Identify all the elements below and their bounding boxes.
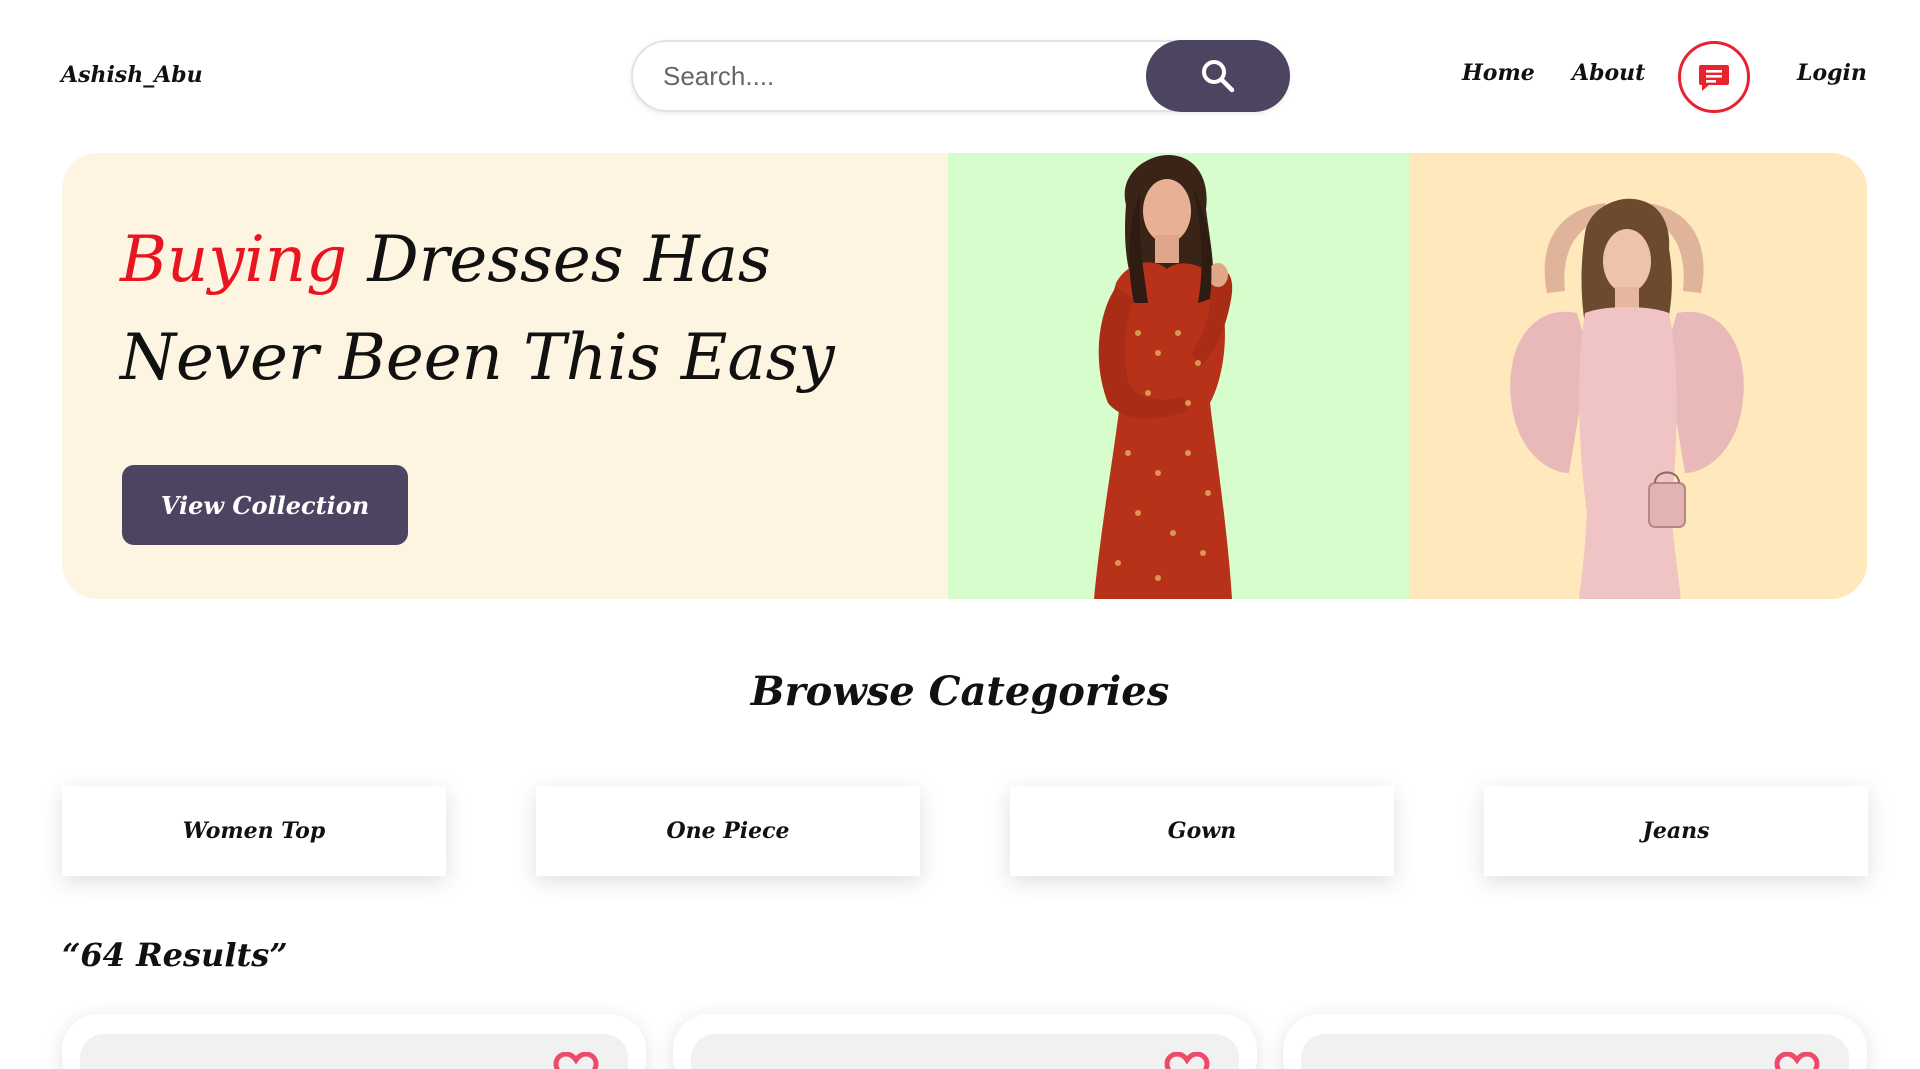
model-pink-dress-image bbox=[1510, 198, 1744, 599]
categories-title: Browse Categories bbox=[750, 668, 1170, 715]
heart-icon[interactable] bbox=[1163, 1052, 1211, 1069]
hero-title-line1: Dresses Has bbox=[347, 223, 771, 297]
header: Ashish_Abu Home About Login bbox=[0, 0, 1920, 150]
category-jeans[interactable]: Jeans bbox=[1484, 786, 1868, 876]
category-one-piece[interactable]: One Piece bbox=[536, 786, 920, 876]
view-collection-button[interactable]: View Collection bbox=[122, 465, 408, 545]
hero-banner: Buying Dresses Has Never Been This Easy … bbox=[62, 153, 1867, 599]
nav-about-link[interactable]: About bbox=[1572, 60, 1645, 86]
heart-icon[interactable] bbox=[552, 1052, 600, 1069]
nav-home-link[interactable]: Home bbox=[1462, 60, 1535, 86]
chat-icon bbox=[1699, 65, 1729, 91]
category-gown[interactable]: Gown bbox=[1010, 786, 1394, 876]
brand-logo[interactable]: Ashish_Abu bbox=[61, 62, 203, 88]
search-bar bbox=[631, 40, 1290, 112]
product-image-placeholder bbox=[80, 1034, 628, 1069]
hero-image-pink-dress bbox=[1409, 153, 1867, 599]
product-card[interactable] bbox=[62, 1014, 646, 1069]
search-icon bbox=[1202, 60, 1235, 93]
nav-login-link[interactable]: Login bbox=[1797, 60, 1867, 86]
search-button[interactable] bbox=[1146, 40, 1290, 112]
hero-title-line2: Never Been This Easy bbox=[120, 321, 835, 395]
hero-text-panel: Buying Dresses Has Never Been This Easy … bbox=[62, 153, 948, 599]
heart-icon[interactable] bbox=[1773, 1052, 1821, 1069]
hero-image-red-dress bbox=[948, 153, 1409, 599]
model-red-dress-image bbox=[1094, 155, 1233, 599]
product-image-placeholder bbox=[691, 1034, 1239, 1069]
search-input[interactable] bbox=[663, 56, 1143, 96]
chat-button[interactable] bbox=[1678, 41, 1750, 113]
category-women-top[interactable]: Women Top bbox=[62, 786, 446, 876]
product-card[interactable] bbox=[1283, 1014, 1867, 1069]
product-image-placeholder bbox=[1301, 1034, 1849, 1069]
product-card[interactable] bbox=[673, 1014, 1257, 1069]
results-count: “64 Results” bbox=[62, 936, 288, 974]
hero-title: Buying Dresses Has Never Been This Easy bbox=[120, 211, 900, 407]
hero-title-accent: Buying bbox=[120, 223, 348, 297]
